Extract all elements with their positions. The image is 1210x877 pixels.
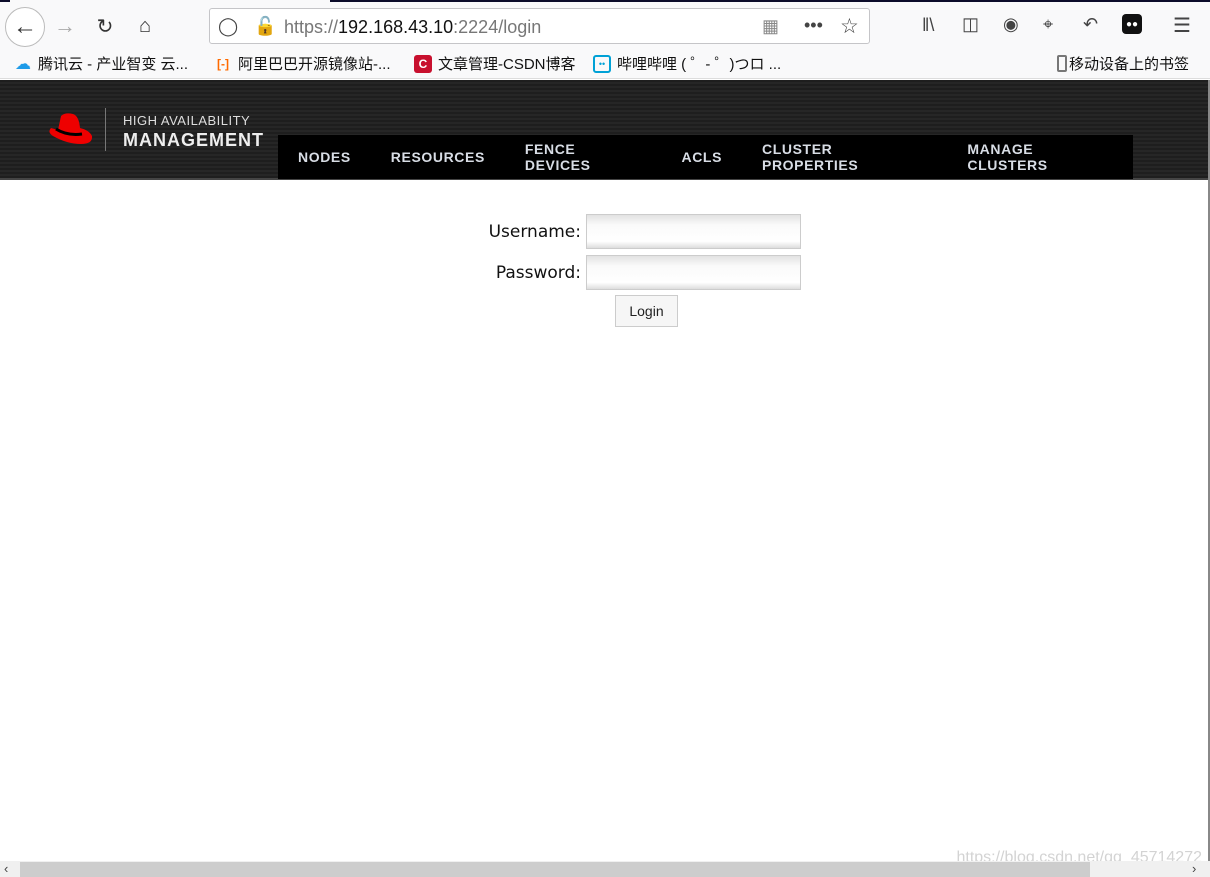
insecure-lock-icon[interactable]: 🔓	[254, 16, 276, 37]
crop-screenshot-icon[interactable]: ⌖	[1043, 14, 1053, 35]
csdn-icon: C	[414, 54, 432, 73]
login-button[interactable]: Login	[615, 295, 678, 327]
bookmarks-bar: ☁ 腾讯云 - 产业智变 云... [-] 阿里巴巴开源镜像站-... C 文章管理-…	[0, 47, 1210, 79]
logo-line1: HIGH AVAILABILITY	[123, 113, 251, 128]
bookmark-label: 阿里巴巴开源镜像站-...	[238, 56, 391, 73]
shield-icon[interactable]: ◯	[218, 16, 238, 37]
url-path: :2224/login	[453, 17, 542, 37]
bookmark-item[interactable]: [-] 阿里巴巴开源镜像站-...	[214, 53, 391, 74]
undo-icon[interactable]: ↶	[1083, 14, 1098, 35]
username-label: Username:	[488, 221, 581, 242]
more-actions-icon[interactable]: •••	[804, 15, 823, 36]
sidebar-icon[interactable]: ◫	[962, 14, 979, 35]
logo-divider	[105, 108, 106, 151]
redhat-logo-icon	[49, 113, 93, 144]
nav-resources[interactable]: RESOURCES	[391, 149, 485, 165]
bilibili-icon: ••	[593, 54, 611, 73]
bookmark-item[interactable]: ☁ 腾讯云 - 产业智变 云...	[14, 53, 188, 74]
username-row: Username:	[486, 214, 801, 249]
nav-manage-clusters[interactable]: MANAGE CLUSTERS	[967, 141, 1113, 173]
extension-icon[interactable]: ●●	[1122, 14, 1142, 34]
address-bar[interactable]: ◯ 🔓 https://192.168.43.10:2224/login ▦ •…	[209, 8, 870, 44]
horizontal-scrollbar[interactable]: ‹ ›	[0, 861, 1210, 877]
url-scheme: https://	[284, 17, 339, 37]
password-row: Password:	[486, 255, 801, 290]
username-input[interactable]	[586, 214, 801, 249]
nav-acls[interactable]: ACLS	[682, 149, 723, 165]
scroll-left-icon[interactable]: ‹	[4, 861, 8, 876]
mobile-bookmarks-label: 移动设备上的书签	[1069, 56, 1190, 73]
bookmark-label: 文章管理-CSDN博客	[438, 56, 576, 73]
bookmark-item[interactable]: C 文章管理-CSDN博客	[414, 53, 576, 74]
account-icon[interactable]: ◉	[1003, 14, 1019, 35]
main-nav: NODES RESOURCES FENCE DEVICES ACLS CLUST…	[278, 135, 1133, 179]
cloud-icon: ☁	[15, 55, 31, 73]
back-button[interactable]: ←	[5, 7, 45, 47]
aliyun-icon: [-]	[217, 56, 229, 71]
reload-button[interactable]: ↻	[90, 11, 120, 41]
url-host: 192.168.43.10	[338, 17, 454, 37]
library-icon[interactable]: ‖\	[922, 15, 934, 36]
browser-toolbar: ← → ↻ ⌂ ◯ 🔓 https://192.168.43.10:2224/l…	[0, 3, 1210, 47]
bookmark-label: 腾讯云 - 产业智变 云...	[38, 56, 189, 73]
mobile-bookmarks[interactable]: 移动设备上的书签	[1057, 53, 1189, 74]
bookmark-label: 哔哩哔哩 ( ゜- ゜)つロ ...	[617, 56, 782, 73]
password-label: Password:	[495, 262, 581, 283]
logo-line2: MANAGEMENT	[123, 130, 264, 150]
qr-code-icon[interactable]: ▦	[762, 16, 779, 37]
bookmark-star-icon[interactable]: ☆	[840, 14, 859, 39]
bookmark-item[interactable]: •• 哔哩哔哩 ( ゜- ゜)つロ ...	[593, 53, 781, 74]
nav-cluster-properties[interactable]: CLUSTER PROPERTIES	[762, 141, 927, 173]
scroll-right-icon[interactable]: ›	[1192, 861, 1196, 876]
mobile-icon	[1057, 55, 1067, 72]
menu-icon[interactable]: ☰	[1173, 13, 1191, 38]
password-input[interactable]	[586, 255, 801, 290]
scrollbar-thumb[interactable]	[20, 862, 1090, 877]
nav-fence-devices[interactable]: FENCE DEVICES	[525, 141, 642, 173]
nav-nodes[interactable]: NODES	[298, 149, 351, 165]
home-button[interactable]: ⌂	[130, 11, 160, 41]
forward-button[interactable]: →	[50, 11, 80, 41]
app-header: HIGH AVAILABILITY MANAGEMENT NODES RESOU…	[0, 80, 1210, 180]
